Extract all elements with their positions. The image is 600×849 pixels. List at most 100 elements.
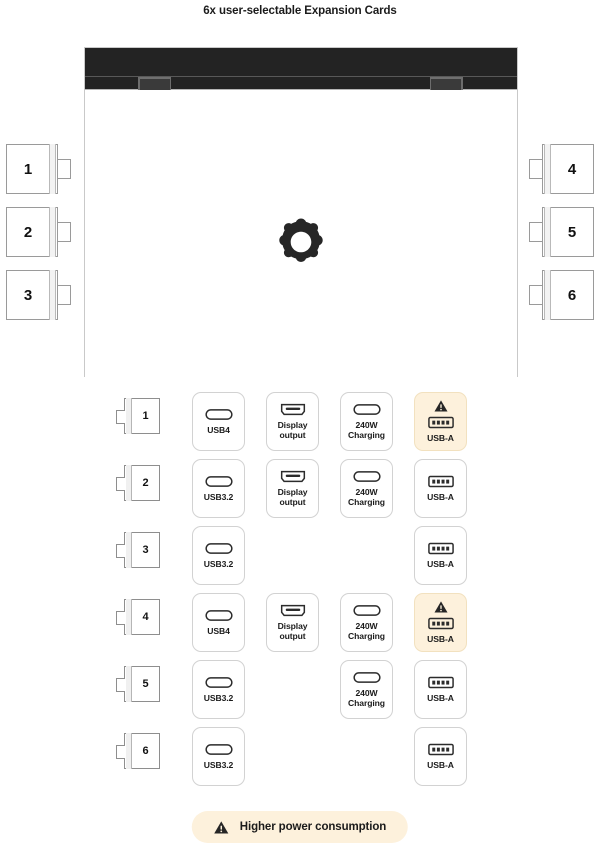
card-rail [126,599,132,635]
capability-label: USB3.2 [203,491,234,502]
usb-c-icon [204,408,233,422]
capability-cell-usb4[interactable]: USB4 [192,593,245,652]
capability-cell-empty [266,526,319,585]
capability-cell-usb-a[interactable]: USB-A [414,660,467,719]
card-connector-tab [58,159,71,179]
laptop-side-card-2[interactable]: 2 [6,207,71,257]
bay-indicator-3[interactable]: 3 [116,532,160,568]
laptop-side-card-1[interactable]: 1 [6,144,71,194]
capability-cell-usb3-2[interactable]: USB3.2 [192,459,245,518]
capability-label: USB3.2 [203,692,234,703]
capability-cell-empty [266,727,319,786]
card-rail [544,144,551,194]
capability-cell-display-output[interactable]: Display output [266,593,319,652]
bay-number: 6 [142,745,149,757]
capability-cell-usb3-2[interactable]: USB3.2 [192,660,245,719]
card-rail [126,666,132,702]
usb-a-icon [427,416,454,430]
bay-number: 2 [142,477,149,489]
usb-c-icon [352,470,381,484]
page-title: 6x user-selectable Expansion Cards [203,5,397,17]
card-connector-tab [116,477,125,491]
capability-cell-usb-a[interactable]: USB-A [414,459,467,518]
usb-a-icon [427,475,454,489]
usb-c-icon [352,604,381,618]
bay-indicator-4[interactable]: 4 [116,599,160,635]
gear-logo-icon [275,216,327,268]
capability-label: Display output [277,419,308,441]
usb-a-icon [427,617,454,631]
card-connector-tab [116,745,125,759]
capability-cell-usb-a[interactable]: USB-A [414,727,467,786]
usb-c-icon [204,475,233,489]
usb-c-icon [352,403,381,417]
laptop-side-card-3[interactable]: 3 [6,270,71,320]
laptop-side-card-4[interactable]: 4 [529,144,594,194]
usb-a-icon [427,743,454,757]
usb-c-icon [204,743,233,757]
capability-label: 240W Charging [348,419,385,441]
bay-number: 5 [142,678,149,690]
expansion-card-diagram: 6x user-selectable Expansion Cards 1 2 3… [0,0,600,849]
card-number: 6 [567,286,577,304]
card-connector-tab [116,611,125,625]
laptop-hinge-bar [85,76,517,91]
capability-matrix: 1 USB4 Display output 240W Charging USB-A 2 US… [0,392,600,794]
legend-higher-power-consumption: Higher power consumption [191,811,409,843]
capability-cell-240w-charging[interactable]: 240W Charging [340,392,393,451]
card-connector-tab [116,410,125,424]
capability-label: USB-A [427,432,454,443]
capability-label: USB4 [207,625,230,636]
capability-cell-empty [340,526,393,585]
laptop-side-card-6[interactable]: 6 [529,270,594,320]
capability-cell-display-output[interactable]: Display output [266,392,319,451]
capability-cell-usb3-2[interactable]: USB3.2 [192,526,245,585]
capability-label: 240W Charging [348,687,385,709]
capability-cell-usb-a[interactable]: USB-A [414,392,467,451]
capability-label: Display output [277,486,308,508]
capability-cell-usb3-2[interactable]: USB3.2 [192,727,245,786]
capability-label: USB-A [427,558,454,569]
bay-number: 3 [142,544,149,556]
capability-cell-usb-a[interactable]: USB-A [414,526,467,585]
card-connector-tab [116,678,125,692]
card-rail [49,207,56,257]
bay-indicator-2[interactable]: 2 [116,465,160,501]
capability-label: USB-A [427,491,454,502]
usb-a-icon [427,542,454,556]
laptop-illustration [84,47,518,378]
card-connector-tab [116,544,125,558]
capability-cell-usb-a[interactable]: USB-A [414,593,467,652]
card-number: 2 [23,223,33,241]
capability-label: USB-A [427,692,454,703]
matrix-row: 2 USB3.2 Display output 240W Charging USB-A [0,459,600,526]
matrix-row: 3 USB3.2 USB-A [0,526,600,593]
bay-indicator-5[interactable]: 5 [116,666,160,702]
capability-cell-display-output[interactable]: Display output [266,459,319,518]
usb-c-icon [204,609,233,623]
capability-cell-240w-charging[interactable]: 240W Charging [340,593,393,652]
capability-label: USB3.2 [203,759,234,770]
bay-indicator-1[interactable]: 1 [116,398,160,434]
laptop-side-card-5[interactable]: 5 [529,207,594,257]
card-number: 1 [23,160,33,178]
card-connector-tab [529,222,542,242]
card-number: 5 [567,223,577,241]
bay-indicator-6[interactable]: 6 [116,733,160,769]
capability-label: USB-A [427,633,454,644]
capability-label: USB4 [207,424,230,435]
hinge-segment-b [430,77,462,91]
laptop-lid [85,48,517,76]
usb-c-icon [352,671,381,685]
card-rail [544,270,551,320]
warning-triangle-icon [433,400,448,413]
warning-triangle-icon [214,820,229,834]
capability-cell-usb4[interactable]: USB4 [192,392,245,451]
card-rail [49,270,56,320]
capability-cell-240w-charging[interactable]: 240W Charging [340,660,393,719]
card-rail [126,733,132,769]
capability-cell-empty [266,660,319,719]
capability-cell-240w-charging[interactable]: 240W Charging [340,459,393,518]
card-connector-tab [58,222,71,242]
card-rail [544,207,551,257]
